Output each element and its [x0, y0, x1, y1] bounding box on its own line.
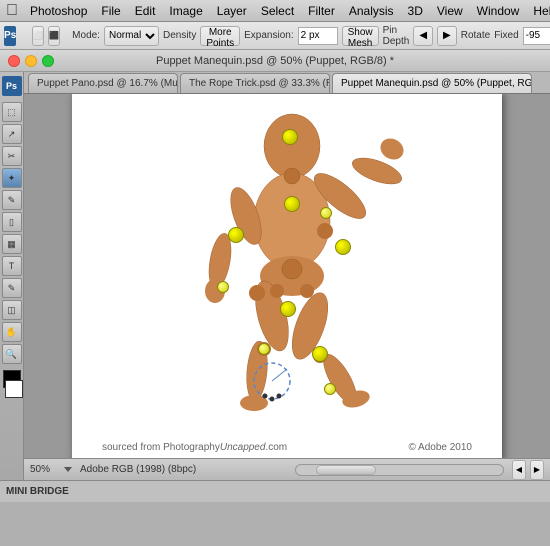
puppet-pin-shoulder-r[interactable]	[320, 207, 332, 219]
puppet-pin-ankle-r[interactable]	[324, 383, 336, 395]
toolbox: Ps ⬚ ↗ ✂ ✦ ✎ ▯ ▦ T ✎ ◫ ✋ 🔍	[0, 72, 24, 480]
pin-depth-label: Pin Depth	[383, 25, 410, 47]
menu-view[interactable]: View	[431, 2, 469, 20]
watermark-italic: Uncapped	[220, 442, 266, 453]
menu-photoshop[interactable]: Photoshop	[24, 2, 93, 20]
minimize-button[interactable]	[25, 55, 37, 67]
horizontal-scrollbar[interactable]	[295, 464, 504, 476]
watermark: sourced from PhotographyUncapped.com	[102, 442, 287, 453]
tool-brush[interactable]: ✎	[2, 190, 22, 210]
title-text: Puppet Manequin.psd @ 50% (Puppet, RGB/8…	[156, 55, 394, 67]
tool-crop[interactable]: ✂	[2, 146, 22, 166]
tool-eraser[interactable]: ▯	[2, 212, 22, 232]
puppet-pin-knee-r[interactable]	[312, 346, 328, 362]
expansion-input[interactable]	[298, 27, 338, 45]
maximize-button[interactable]	[42, 55, 54, 67]
tab-1[interactable]: The Rope Trick.psd @ 33.3% (R...	[180, 73, 330, 93]
menu-file[interactable]: File	[95, 2, 126, 20]
tool-puppet[interactable]: ✦	[2, 168, 22, 188]
puppet-pin-knee-l[interactable]	[258, 343, 270, 355]
tool-zoom[interactable]: 🔍	[2, 344, 22, 364]
scroll-left-btn[interactable]: ◀	[512, 460, 526, 480]
tool-marquee[interactable]: ⬚	[2, 102, 22, 122]
puppet-pin-head[interactable]	[282, 129, 298, 145]
menu-window[interactable]: Window	[471, 2, 526, 20]
tab-0[interactable]: Puppet Pano.psd @ 16.7% (Mum...	[28, 73, 178, 93]
show-mesh-btn[interactable]: Show Mesh	[342, 26, 379, 46]
puppet-pin-arm-r[interactable]	[335, 239, 351, 255]
title-bar: Puppet Manequin.psd @ 50% (Puppet, RGB/8…	[0, 50, 550, 72]
options-btn1[interactable]: ⬜	[32, 26, 44, 46]
tool-hand[interactable]: ✋	[2, 322, 22, 342]
toolbox-ps-logo: Ps	[2, 76, 22, 96]
tab-2[interactable]: Puppet Manequin.psd @ 50% (Puppet, RGB/8…	[332, 73, 532, 93]
puppet-pin-hip[interactable]	[280, 301, 296, 317]
watermark-prefix: sourced from Photography	[102, 442, 220, 453]
menu-help[interactable]: Help	[527, 2, 550, 20]
tool-text[interactable]: T	[2, 256, 22, 276]
watermark-suffix: .com	[265, 442, 287, 453]
puppet-pin-elbow-l[interactable]	[228, 227, 244, 243]
doc-area: Puppet Pano.psd @ 16.7% (Mum... The Rope…	[24, 72, 550, 480]
menu-3d[interactable]: 3D	[402, 2, 429, 20]
scroll-thumb[interactable]	[316, 465, 376, 475]
fixed-label: Fixed	[494, 30, 518, 41]
window-controls	[8, 55, 54, 67]
ps-logo: Ps	[4, 26, 16, 46]
mode-label: Mode:	[72, 30, 100, 41]
puppet-pin-wrist-l[interactable]	[217, 281, 229, 293]
menu-image[interactable]: Image	[163, 2, 208, 20]
status-info: Adobe RGB (1998) (8bpc)	[80, 464, 287, 475]
apple-menu[interactable]: 	[6, 2, 18, 20]
canvas: sourced from PhotographyUncapped.com © A…	[72, 94, 502, 458]
degree-input[interactable]	[523, 27, 550, 45]
menu-bar:  Photoshop File Edit Image Layer Select…	[0, 0, 550, 22]
more-points-btn[interactable]: More Points	[200, 26, 240, 46]
expansion-label: Expansion:	[244, 30, 293, 41]
menu-layer[interactable]: Layer	[211, 2, 253, 20]
bottom-panel: MINI BRIDGE	[0, 480, 550, 502]
status-bar: 50% Adobe RGB (1998) (8bpc) ◀ ▶	[24, 458, 550, 480]
pin-depth-right[interactable]: ▶	[437, 26, 457, 46]
menu-analysis[interactable]: Analysis	[343, 2, 400, 20]
mini-bridge-label: MINI BRIDGE	[6, 486, 69, 497]
mannequin-svg	[72, 94, 502, 458]
background-color[interactable]	[5, 380, 23, 398]
copyright-text: © Adobe 2010	[408, 442, 472, 453]
menu-filter[interactable]: Filter	[302, 2, 341, 20]
puppet-pin-chest[interactable]	[284, 196, 300, 212]
tool-pen[interactable]: ✎	[2, 278, 22, 298]
options-bar: Ps ⬜ ⬛ Mode: Normal Density More Points …	[0, 22, 550, 50]
status-menu-arrow[interactable]	[64, 467, 72, 472]
tab-bar: Puppet Pano.psd @ 16.7% (Mum... The Rope…	[24, 72, 550, 94]
mode-select[interactable]: Normal	[104, 26, 159, 46]
rotate-label: Rotate	[461, 30, 490, 41]
workspace: Ps ⬚ ↗ ✂ ✦ ✎ ▯ ▦ T ✎ ◫ ✋ 🔍 Puppet Pano.p…	[0, 72, 550, 480]
close-button[interactable]	[8, 55, 20, 67]
tool-lasso[interactable]: ↗	[2, 124, 22, 144]
tool-gradient[interactable]: ▦	[2, 234, 22, 254]
scroll-right-btn[interactable]: ▶	[530, 460, 544, 480]
menu-select[interactable]: Select	[255, 2, 300, 20]
density-label: Density	[163, 30, 196, 41]
menu-edit[interactable]: Edit	[129, 2, 162, 20]
tool-notes[interactable]: ◫	[2, 300, 22, 320]
pin-depth-left[interactable]: ◀	[413, 26, 433, 46]
canvas-area: sourced from PhotographyUncapped.com © A…	[24, 94, 550, 458]
zoom-level: 50%	[30, 464, 60, 475]
options-btn2[interactable]: ⬛	[48, 26, 60, 46]
